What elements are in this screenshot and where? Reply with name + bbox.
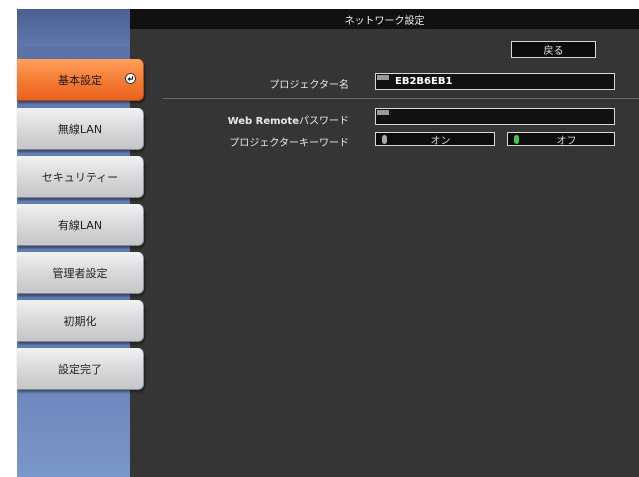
keyword-on-label: オン xyxy=(430,135,451,147)
sidebar-item-basic-settings[interactable]: 基本設定 xyxy=(17,59,144,101)
window-title: ネットワーク設定 xyxy=(344,15,425,27)
sidebar-header xyxy=(17,9,130,47)
web-remote-label-rest: パスワード xyxy=(299,116,349,127)
sidebar-item-wireless-lan[interactable]: 無線LAN xyxy=(17,108,144,150)
sidebar-item-label: 設定完了 xyxy=(58,362,102,376)
sidebar-item-setup-complete[interactable]: 設定完了 xyxy=(17,348,144,390)
field-cursor-marker xyxy=(377,75,389,80)
projector-name-label-text: プロジェクター名 xyxy=(269,80,349,91)
projector-name-field[interactable]: EB2B6EB1 xyxy=(375,73,615,90)
web-remote-label-bold: Web Remote xyxy=(227,116,299,127)
sidebar-item-wired-lan[interactable]: 有線LAN xyxy=(17,204,144,246)
sidebar-item-label: 有線LAN xyxy=(57,218,103,232)
sidebar-item-label: 管理者設定 xyxy=(52,266,108,280)
web-remote-password-field[interactable] xyxy=(375,108,615,125)
sidebar-item-label: 基本設定 xyxy=(58,73,102,87)
sidebar-item-label: 無線LAN xyxy=(57,122,103,136)
web-remote-password-label: Web Remoteパスワード xyxy=(129,112,349,127)
sidebar-item-label: 初期化 xyxy=(63,314,97,328)
back-button[interactable]: 戻る xyxy=(511,41,596,58)
field-cursor-marker xyxy=(377,110,389,115)
keyword-off-label: オフ xyxy=(556,135,577,147)
sidebar-item-reset[interactable]: 初期化 xyxy=(17,300,144,342)
projector-keyword-label-text: プロジェクターキーワード xyxy=(229,138,349,149)
sidebar-item-security[interactable]: セキュリティー xyxy=(17,156,144,198)
projector-name-value: EB2B6EB1 xyxy=(395,76,453,87)
projector-name-label: プロジェクター名 xyxy=(129,76,349,91)
window-title-bar: ネットワーク設定 xyxy=(130,9,639,29)
projector-screen: 基本設定 無線LAN セキュリティー 有線LAN 管理者設定 初期化 設定完了 … xyxy=(17,9,639,477)
sidebar-item-admin-settings[interactable]: 管理者設定 xyxy=(17,252,144,294)
sidebar-item-label: セキュリティー xyxy=(41,170,119,184)
keyword-off-radio[interactable]: オフ xyxy=(507,132,615,147)
back-button-label: 戻る xyxy=(543,46,564,57)
section-divider xyxy=(163,98,639,99)
projector-keyword-label: プロジェクターキーワード xyxy=(129,134,349,149)
keyword-on-radio[interactable]: オン xyxy=(375,132,495,147)
